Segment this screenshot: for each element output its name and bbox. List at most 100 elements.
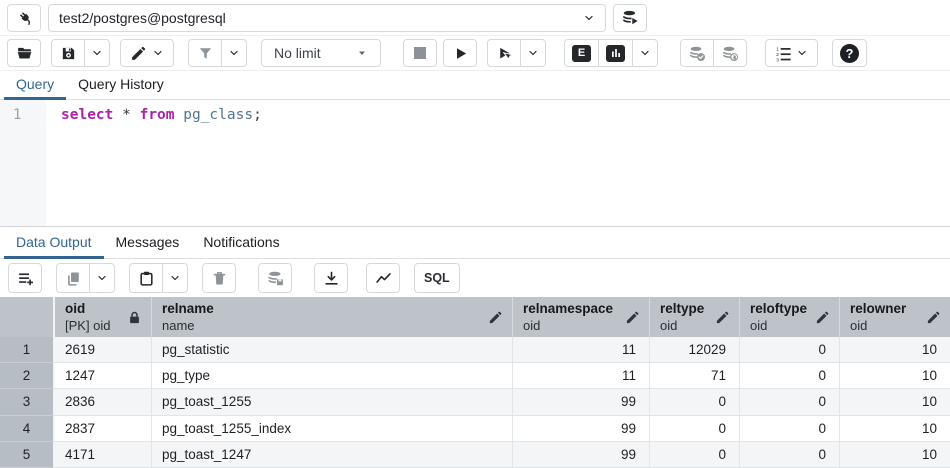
cell-relnamespace[interactable]: 99 (513, 442, 650, 468)
commit-button[interactable] (680, 39, 714, 67)
open-file-button[interactable] (7, 39, 41, 67)
cell-relname[interactable]: pg_toast_1255_index (152, 416, 513, 442)
cell-oid[interactable]: 1247 (55, 363, 152, 389)
cell-relowner[interactable]: 10 (840, 416, 950, 442)
cell-relname[interactable]: pg_toast_1247 (152, 442, 513, 468)
tab-query-history[interactable]: Query History (66, 71, 176, 100)
explain-options-dropdown[interactable] (632, 39, 658, 67)
column-header-oid[interactable]: oid [PK] oid (55, 297, 152, 337)
chevron-down-icon (583, 12, 595, 24)
cell-relnamespace[interactable]: 11 (513, 363, 650, 389)
sql-identifier: pg_class (175, 107, 254, 123)
paste-button[interactable] (129, 263, 163, 293)
column-name: relname (162, 300, 214, 318)
help-button[interactable]: ? (832, 39, 867, 67)
copy-options-dropdown[interactable] (89, 263, 115, 293)
edit-menu-button[interactable] (120, 39, 174, 67)
table-row: 5 4171 pg_toast_1247 99 0 0 10 (0, 442, 950, 468)
save-data-changes-button[interactable] (258, 263, 292, 293)
row-number[interactable]: 3 (0, 389, 55, 415)
execute-script-button[interactable] (487, 39, 521, 67)
cell-reltype[interactable]: 0 (650, 389, 740, 415)
show-sql-button[interactable]: SQL (414, 263, 460, 293)
save-options-dropdown[interactable] (84, 39, 110, 67)
column-header-reloftype[interactable]: reloftype oid (740, 297, 840, 337)
add-row-icon (17, 270, 34, 287)
column-header-relname[interactable]: relname name (152, 297, 513, 337)
tab-query-label: Query (16, 76, 54, 92)
cell-oid[interactable]: 4171 (55, 442, 152, 468)
database-connect-icon (622, 9, 639, 26)
row-number[interactable]: 1 (0, 337, 55, 363)
cell-reltype[interactable]: 0 (650, 416, 740, 442)
execute-options-dropdown[interactable] (520, 39, 546, 67)
cell-relnamespace[interactable]: 11 (513, 337, 650, 363)
execute-button[interactable] (443, 39, 477, 67)
chevron-down-icon (169, 272, 181, 284)
row-limit-select[interactable]: No limit (261, 39, 381, 67)
cell-reltype[interactable]: 71 (650, 363, 740, 389)
explain-button[interactable]: E (564, 39, 599, 67)
cell-reloftype[interactable]: 0 (740, 389, 840, 415)
graph-visualiser-button[interactable] (366, 263, 400, 293)
transaction-button-group (680, 39, 747, 67)
rollback-button[interactable] (713, 39, 747, 67)
copy-button[interactable] (56, 263, 90, 293)
filter-button-group (188, 39, 247, 67)
cell-reloftype[interactable]: 0 (740, 363, 840, 389)
select-all-corner[interactable] (0, 297, 55, 337)
cell-reloftype[interactable]: 0 (740, 337, 840, 363)
cell-relnamespace[interactable]: 99 (513, 389, 650, 415)
column-type: name (162, 318, 214, 335)
cell-relname[interactable]: pg_toast_1255 (152, 389, 513, 415)
save-button-group (51, 39, 110, 67)
cell-oid[interactable]: 2836 (55, 389, 152, 415)
cell-reltype[interactable]: 0 (650, 442, 740, 468)
cell-relname[interactable]: pg_statistic (152, 337, 513, 363)
column-header-relowner[interactable]: relowner oid (840, 297, 950, 337)
cell-relowner[interactable]: 10 (840, 363, 950, 389)
macros-dropdown-button[interactable] (765, 39, 818, 67)
cell-relowner[interactable]: 10 (840, 337, 950, 363)
column-name: reltype (660, 300, 704, 318)
cell-reloftype[interactable]: 0 (740, 442, 840, 468)
tab-data-output[interactable]: Data Output (4, 227, 104, 259)
chevron-down-icon (639, 47, 651, 59)
copy-button-group (56, 263, 115, 293)
tab-messages[interactable]: Messages (104, 227, 192, 259)
new-connection-button[interactable] (613, 4, 647, 32)
cell-oid[interactable]: 2837 (55, 416, 152, 442)
tab-notifications[interactable]: Notifications (191, 227, 291, 259)
connection-selector[interactable]: test2/postgres@postgresql (48, 4, 606, 32)
row-number[interactable]: 4 (0, 416, 55, 442)
add-row-button[interactable] (8, 263, 42, 293)
download-results-button[interactable] (314, 263, 348, 293)
cell-relowner[interactable]: 10 (840, 442, 950, 468)
save-file-button[interactable] (51, 39, 85, 67)
row-number[interactable]: 2 (0, 363, 55, 389)
cell-oid[interactable]: 2619 (55, 337, 152, 363)
sql-code-line[interactable]: select * from pg_class; (46, 100, 950, 226)
lock-icon (127, 310, 142, 325)
column-header-reltype[interactable]: reltype oid (650, 297, 740, 337)
delete-row-button[interactable] (202, 263, 236, 293)
connection-status-button[interactable] (7, 4, 41, 32)
pencil-icon (488, 310, 503, 325)
pencil-icon (815, 310, 830, 325)
filter-options-dropdown[interactable] (221, 39, 247, 67)
cell-reloftype[interactable]: 0 (740, 416, 840, 442)
chevron-down-icon (152, 47, 164, 59)
database-save-icon (267, 270, 284, 287)
cell-relname[interactable]: pg_type (152, 363, 513, 389)
filter-button[interactable] (188, 39, 222, 67)
column-header-relnamespace[interactable]: relnamespace oid (513, 297, 650, 337)
cell-relnamespace[interactable]: 99 (513, 416, 650, 442)
paste-options-dropdown[interactable] (162, 263, 188, 293)
cell-relowner[interactable]: 10 (840, 389, 950, 415)
explain-analyze-button[interactable] (598, 39, 633, 67)
cancel-query-button[interactable] (403, 39, 437, 67)
sql-editor[interactable]: 1 select * from pg_class; (0, 100, 950, 226)
tab-query[interactable]: Query (4, 71, 66, 100)
cell-reltype[interactable]: 12029 (650, 337, 740, 363)
row-number[interactable]: 5 (0, 442, 55, 468)
